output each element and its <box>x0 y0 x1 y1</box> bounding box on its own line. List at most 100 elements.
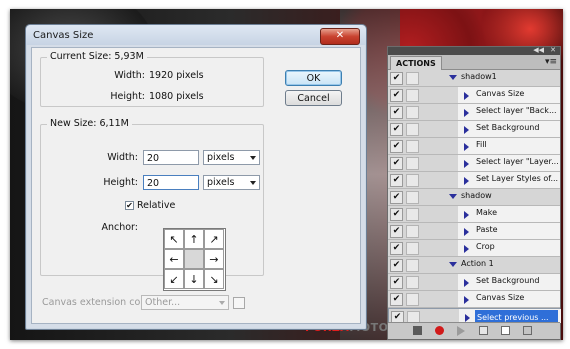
toggle-dialog-checkbox[interactable] <box>406 140 419 153</box>
dialog-title: Canvas Size <box>33 29 94 41</box>
toggle-item-checkbox[interactable]: ✔ <box>390 89 403 102</box>
anchor-bottom-arrow-icon[interactable]: ↓ <box>184 269 204 289</box>
relative-checkbox[interactable]: ✔ <box>125 201 134 210</box>
width-unit-select[interactable]: pixels <box>203 150 260 165</box>
toggle-item-checkbox[interactable]: ✔ <box>390 293 403 306</box>
tab-actions[interactable]: ACTIONS <box>390 56 442 70</box>
ok-button[interactable]: OK <box>285 70 342 86</box>
expand-right-icon[interactable] <box>464 245 469 253</box>
toggle-dialog-checkbox[interactable] <box>406 225 419 238</box>
action-set-row[interactable]: ✔ shadow <box>388 189 560 206</box>
toggle-dialog-checkbox[interactable] <box>406 293 419 306</box>
panel-menu-icon[interactable]: ▾≡ <box>545 57 557 67</box>
action-step-row[interactable]: ✔ Select layer "Back... <box>388 104 560 121</box>
current-size-legend: Current Size: 5,93M <box>47 51 147 62</box>
action-step-row[interactable]: ✔ Canvas Size <box>388 291 560 308</box>
toggle-item-checkbox[interactable]: ✔ <box>390 208 403 221</box>
height-unit-select[interactable]: pixels <box>203 175 260 190</box>
action-label: Canvas Size <box>476 89 525 98</box>
expand-right-icon[interactable] <box>464 228 469 236</box>
new-action-icon[interactable] <box>501 326 510 335</box>
stop-icon[interactable] <box>413 326 422 335</box>
expand-right-icon[interactable] <box>464 160 469 168</box>
play-icon[interactable] <box>457 326 465 336</box>
anchor-grid: ↖ ↑ ↗ ← → ↙ ↓ ↘ <box>163 228 226 291</box>
height-unit-value: pixels <box>207 177 235 188</box>
toggle-dialog-checkbox[interactable] <box>406 276 419 289</box>
delete-icon[interactable] <box>523 326 532 335</box>
toggle-item-checkbox[interactable]: ✔ <box>390 276 403 289</box>
action-step-row[interactable]: ✔ Fill <box>388 138 560 155</box>
action-step-row[interactable]: ✔ Set Layer Styles of... <box>388 172 560 189</box>
toggle-item-checkbox[interactable]: ✔ <box>390 106 403 119</box>
extension-color-select[interactable]: Other... <box>141 295 229 310</box>
width-input[interactable]: 20 <box>143 150 199 165</box>
toggle-item-checkbox[interactable]: ✔ <box>390 191 403 204</box>
anchor-right-arrow-icon[interactable]: → <box>204 249 224 269</box>
new-set-icon[interactable] <box>479 326 488 335</box>
toggle-dialog-checkbox[interactable] <box>406 174 419 187</box>
anchor-bottom-left-arrow-icon[interactable]: ↙ <box>164 269 184 289</box>
cancel-button[interactable]: Cancel <box>285 90 342 106</box>
expand-down-icon[interactable] <box>449 262 457 267</box>
anchor-top-arrow-icon[interactable]: ↑ <box>184 229 204 249</box>
action-step-row[interactable]: ✔ Make <box>388 206 560 223</box>
toggle-item-checkbox[interactable]: ✔ <box>390 225 403 238</box>
toggle-item-checkbox[interactable]: ✔ <box>390 259 403 272</box>
anchor-center-cell[interactable] <box>184 249 204 269</box>
toggle-item-checkbox[interactable]: ✔ <box>390 72 403 85</box>
toggle-dialog-checkbox[interactable] <box>406 123 419 136</box>
action-step-row[interactable]: ✔ Set Background <box>388 121 560 138</box>
record-icon[interactable] <box>435 326 444 335</box>
anchor-bottom-right-arrow-icon[interactable]: ↘ <box>204 269 224 289</box>
expand-right-icon[interactable] <box>464 92 469 100</box>
toggle-dialog-checkbox[interactable] <box>406 157 419 170</box>
expand-down-icon[interactable] <box>449 75 457 80</box>
action-set-row[interactable]: ✔ shadow1 <box>388 70 560 87</box>
close-icon: ✕ <box>335 30 345 41</box>
anchor-top-left-arrow-icon[interactable]: ↖ <box>164 229 184 249</box>
expand-right-icon[interactable] <box>464 177 469 185</box>
dialog-titlebar[interactable]: Canvas Size <box>26 25 366 45</box>
close-icon[interactable]: ✕ <box>550 46 556 54</box>
toggle-dialog-checkbox[interactable] <box>406 259 419 272</box>
action-label: Set Background <box>476 123 540 132</box>
expand-right-icon[interactable] <box>464 211 469 219</box>
toggle-item-checkbox[interactable]: ✔ <box>390 242 403 255</box>
toggle-item-checkbox[interactable]: ✔ <box>390 123 403 136</box>
new-width-label: Width: <box>107 152 138 163</box>
width-unit-value: pixels <box>207 152 235 163</box>
toggle-dialog-checkbox[interactable] <box>406 191 419 204</box>
expand-right-icon[interactable] <box>464 109 469 117</box>
new-size-legend: New Size: 6,11M <box>47 118 132 129</box>
action-step-row[interactable]: ✔ Set Background <box>388 274 560 291</box>
action-set-row[interactable]: ✔ Action 1 <box>388 257 560 274</box>
toggle-dialog-checkbox[interactable] <box>406 242 419 255</box>
expand-right-icon[interactable] <box>464 279 469 287</box>
toggle-dialog-checkbox[interactable] <box>406 106 419 119</box>
expand-right-icon[interactable] <box>464 296 469 304</box>
height-input[interactable]: 20 <box>143 175 199 190</box>
toggle-item-checkbox[interactable]: ✔ <box>390 174 403 187</box>
action-label: Canvas Size <box>476 293 525 302</box>
collapse-icon[interactable]: ◀◀ <box>533 46 544 54</box>
toggle-dialog-checkbox[interactable] <box>406 89 419 102</box>
anchor-top-right-arrow-icon[interactable]: ↗ <box>204 229 224 249</box>
expand-right-icon[interactable] <box>465 314 470 322</box>
expand-right-icon[interactable] <box>464 143 469 151</box>
expand-right-icon[interactable] <box>464 126 469 134</box>
action-step-row[interactable]: ✔ Canvas Size <box>388 87 560 104</box>
action-step-row[interactable]: ✔ Paste <box>388 223 560 240</box>
expand-down-icon[interactable] <box>449 194 457 199</box>
toggle-item-checkbox[interactable]: ✔ <box>390 157 403 170</box>
panel-footer <box>388 322 560 339</box>
close-button[interactable]: ✕ <box>320 28 360 45</box>
action-label: Crop <box>476 242 495 251</box>
anchor-left-arrow-icon[interactable]: ← <box>164 249 184 269</box>
action-step-row[interactable]: ✔ Crop <box>388 240 560 257</box>
toggle-dialog-checkbox[interactable] <box>406 72 419 85</box>
toggle-dialog-checkbox[interactable] <box>406 208 419 221</box>
extension-color-swatch[interactable] <box>233 297 245 309</box>
toggle-item-checkbox[interactable]: ✔ <box>390 140 403 153</box>
action-step-row[interactable]: ✔ Select layer "Layer... <box>388 155 560 172</box>
